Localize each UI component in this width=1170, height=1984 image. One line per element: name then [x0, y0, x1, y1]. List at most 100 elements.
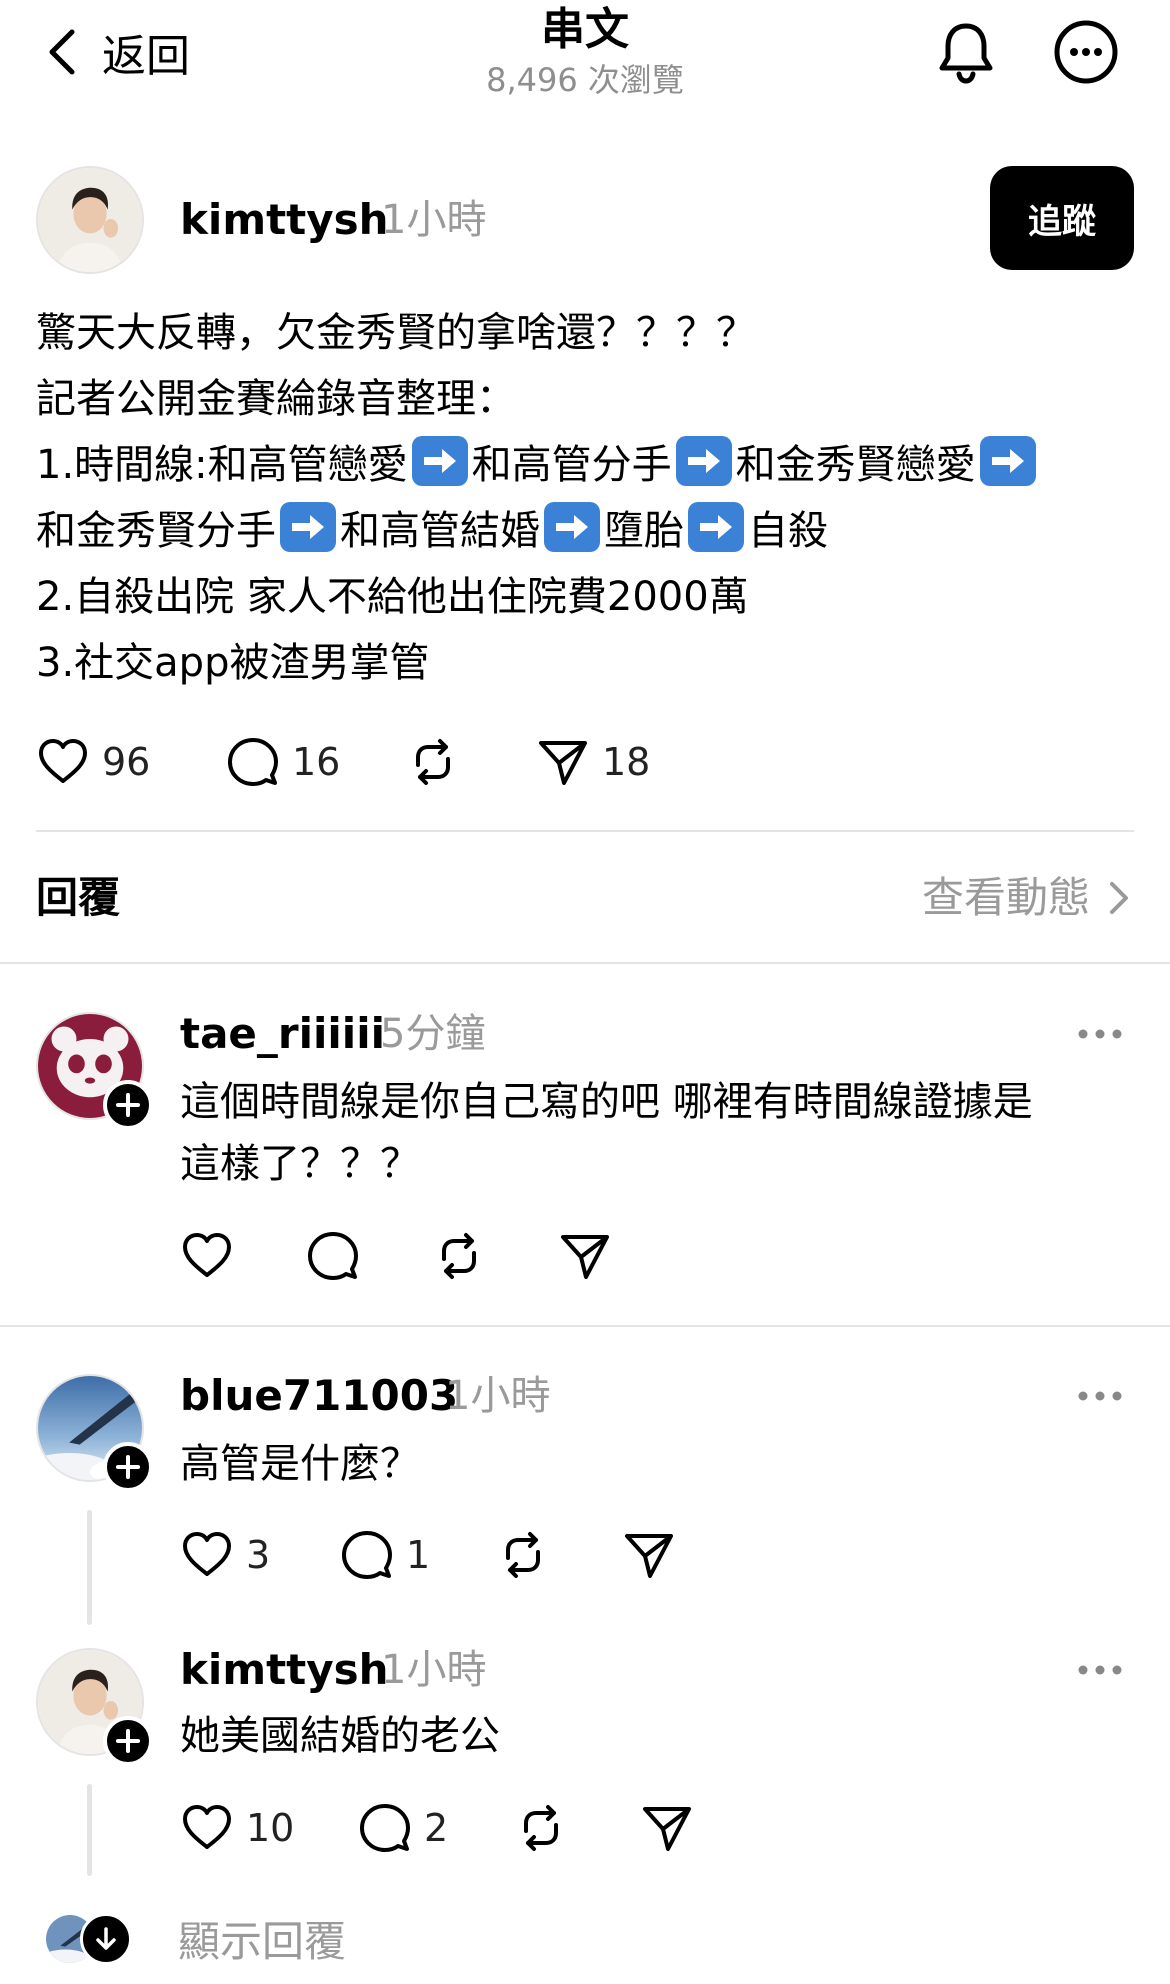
thread-page: 返回 串文 8,496 次瀏覽 kimttysh 1小時 追蹤 驚天大反轉，欠金…	[0, 0, 1170, 1984]
replies-tab[interactable]: 回覆	[36, 870, 120, 926]
show-replies-button[interactable]: 顯示回覆	[46, 1908, 346, 1969]
plus-icon	[116, 1729, 140, 1753]
comment-count: 16	[292, 740, 341, 784]
arrow-down-icon	[96, 1926, 116, 1950]
more-icon	[1054, 20, 1118, 84]
share-icon	[643, 1807, 691, 1851]
header-title-block: 串文 8,496 次瀏覽	[435, 0, 735, 100]
post-line-2: 記者公開金賽綸錄音整理：	[36, 376, 516, 422]
post-text: 驚天大反轉，欠金秀賢的拿啥還？？？？ 記者公開金賽綸錄音整理： 1.時間線:和高…	[36, 300, 1146, 696]
reply-3-text: 她美國結婚的老公	[180, 1713, 500, 1759]
reply-2-username[interactable]: blue711003	[180, 1368, 458, 1424]
timeline-segment: 自殺	[748, 508, 828, 554]
repost-icon	[524, 1805, 558, 1851]
reply-3-comment-count: 2	[424, 1806, 449, 1850]
timeline-segment: 和高管分手	[471, 442, 672, 488]
bell-icon	[939, 23, 993, 84]
heart-icon	[39, 739, 87, 783]
reply-3-like-count: 10	[246, 1806, 295, 1850]
reply-2-like-button[interactable]: 3	[180, 1528, 340, 1582]
reply-2-actions: 3 1	[180, 1528, 676, 1582]
reply-2-comment-count: 1	[406, 1533, 431, 1577]
post-line-1: 驚天大反轉，欠金秀賢的拿啥還？？？？	[36, 310, 756, 356]
arrow-right-emoji-icon	[280, 502, 336, 552]
share-icon	[561, 1235, 609, 1279]
reply-3-like-button[interactable]: 10	[180, 1801, 358, 1855]
back-chevron-icon	[49, 29, 75, 75]
view-activity-link[interactable]: 查看動態	[922, 870, 1134, 926]
comment-icon	[360, 1804, 410, 1852]
post-line-6: 3.社交app被渣男掌管	[36, 640, 430, 686]
reply-1-comment-button[interactable]	[306, 1229, 432, 1283]
follow-reply-1-button[interactable]	[103, 1080, 153, 1130]
reply-1-username[interactable]: tae_riiiiii	[180, 1006, 385, 1062]
reply-1-text: 這個時間線是你自己寫的吧 哪裡有時間線證據是 這樣了？？？	[180, 1071, 1140, 1195]
post-actions: 96 16 18	[36, 735, 650, 789]
post-timestamp: 1小時	[381, 197, 487, 243]
reply-3-share-button[interactable]	[640, 1801, 694, 1855]
reply-2-like-count: 3	[246, 1533, 271, 1577]
reply-2-timestamp: 1小時	[445, 1373, 551, 1419]
back-label: 返回	[102, 31, 190, 82]
share-icon	[625, 1534, 673, 1578]
chevron-right-icon	[1110, 882, 1128, 914]
heart-icon	[183, 1532, 231, 1576]
reply-3-username[interactable]: kimttysh	[180, 1642, 389, 1698]
plus-icon	[116, 1455, 140, 1479]
reply-2-repost-button[interactable]	[496, 1528, 622, 1582]
repost-button[interactable]	[406, 735, 536, 789]
reply-3-repost-button[interactable]	[514, 1801, 640, 1855]
reply-1-line-2: 這樣了？？？	[180, 1141, 420, 1187]
post-line-5: 2.自殺出院 家人不給他出住院費2000萬	[36, 574, 749, 620]
post-line-4: 和金秀賢分手 和高管結婚 墮胎 自殺	[36, 498, 1146, 564]
page-title: 串文	[541, 4, 629, 55]
comment-icon	[228, 738, 278, 786]
post-divider	[36, 830, 1134, 832]
reply-2-text: 高管是什麼？	[180, 1441, 420, 1487]
share-button[interactable]: 18	[536, 735, 650, 789]
reply-2-more-icon[interactable]	[1076, 1386, 1124, 1406]
reply-3-more-icon[interactable]	[1076, 1660, 1124, 1680]
thread-connector	[87, 1510, 92, 1625]
comment-button[interactable]: 16	[226, 735, 406, 789]
follow-button[interactable]: 追蹤	[990, 166, 1134, 270]
reply-1-more-icon[interactable]	[1076, 1024, 1124, 1044]
timeline-segment: 和高管結婚	[340, 508, 540, 554]
heart-icon	[183, 1805, 231, 1849]
like-count: 96	[102, 740, 151, 784]
arrow-right-emoji-icon	[544, 502, 600, 552]
follow-reply-3-button[interactable]	[103, 1716, 153, 1766]
reply-2-comment-button[interactable]: 1	[340, 1528, 496, 1582]
reply-1-share-button[interactable]	[558, 1229, 612, 1283]
like-button[interactable]: 96	[36, 735, 226, 789]
reply-1-actions	[180, 1229, 612, 1283]
post-author-avatar[interactable]	[36, 166, 144, 274]
more-options-button[interactable]	[1052, 18, 1120, 86]
timeline-segment: 和金秀賢分手	[36, 508, 276, 554]
reply-3-actions: 10 2	[180, 1801, 694, 1855]
reply-2-share-button[interactable]	[622, 1528, 676, 1582]
thread-connector	[87, 1784, 92, 1876]
share-count: 18	[602, 740, 651, 784]
post-username[interactable]: kimttysh	[180, 192, 389, 248]
reply-3-timestamp: 1小時	[381, 1647, 487, 1693]
view-activity-label: 查看動態	[921, 873, 1090, 922]
reply-1-like-button[interactable]	[180, 1229, 306, 1283]
post-line-3: 1.時間線:和高管戀愛 和高管分手 和金秀賢戀愛	[36, 432, 1146, 498]
arrow-right-emoji-icon	[979, 436, 1036, 486]
reply-1-timestamp: 5分鐘	[380, 1011, 486, 1057]
section-divider	[0, 962, 1170, 964]
repost-icon	[442, 1233, 476, 1279]
timeline-segment: 墮胎	[604, 508, 684, 554]
comment-icon	[308, 1232, 358, 1280]
follow-reply-2-button[interactable]	[103, 1442, 153, 1492]
reply-3-comment-button[interactable]: 2	[358, 1801, 514, 1855]
avatar-image	[38, 168, 142, 272]
heart-icon	[183, 1233, 231, 1277]
share-icon	[539, 741, 587, 785]
arrow-right-emoji-icon	[411, 436, 468, 486]
notifications-button[interactable]	[932, 18, 1000, 86]
back-button[interactable]: 返回	[44, 20, 190, 84]
top-bar: 返回 串文 8,496 次瀏覽	[0, 0, 1170, 120]
reply-1-repost-button[interactable]	[432, 1229, 558, 1283]
